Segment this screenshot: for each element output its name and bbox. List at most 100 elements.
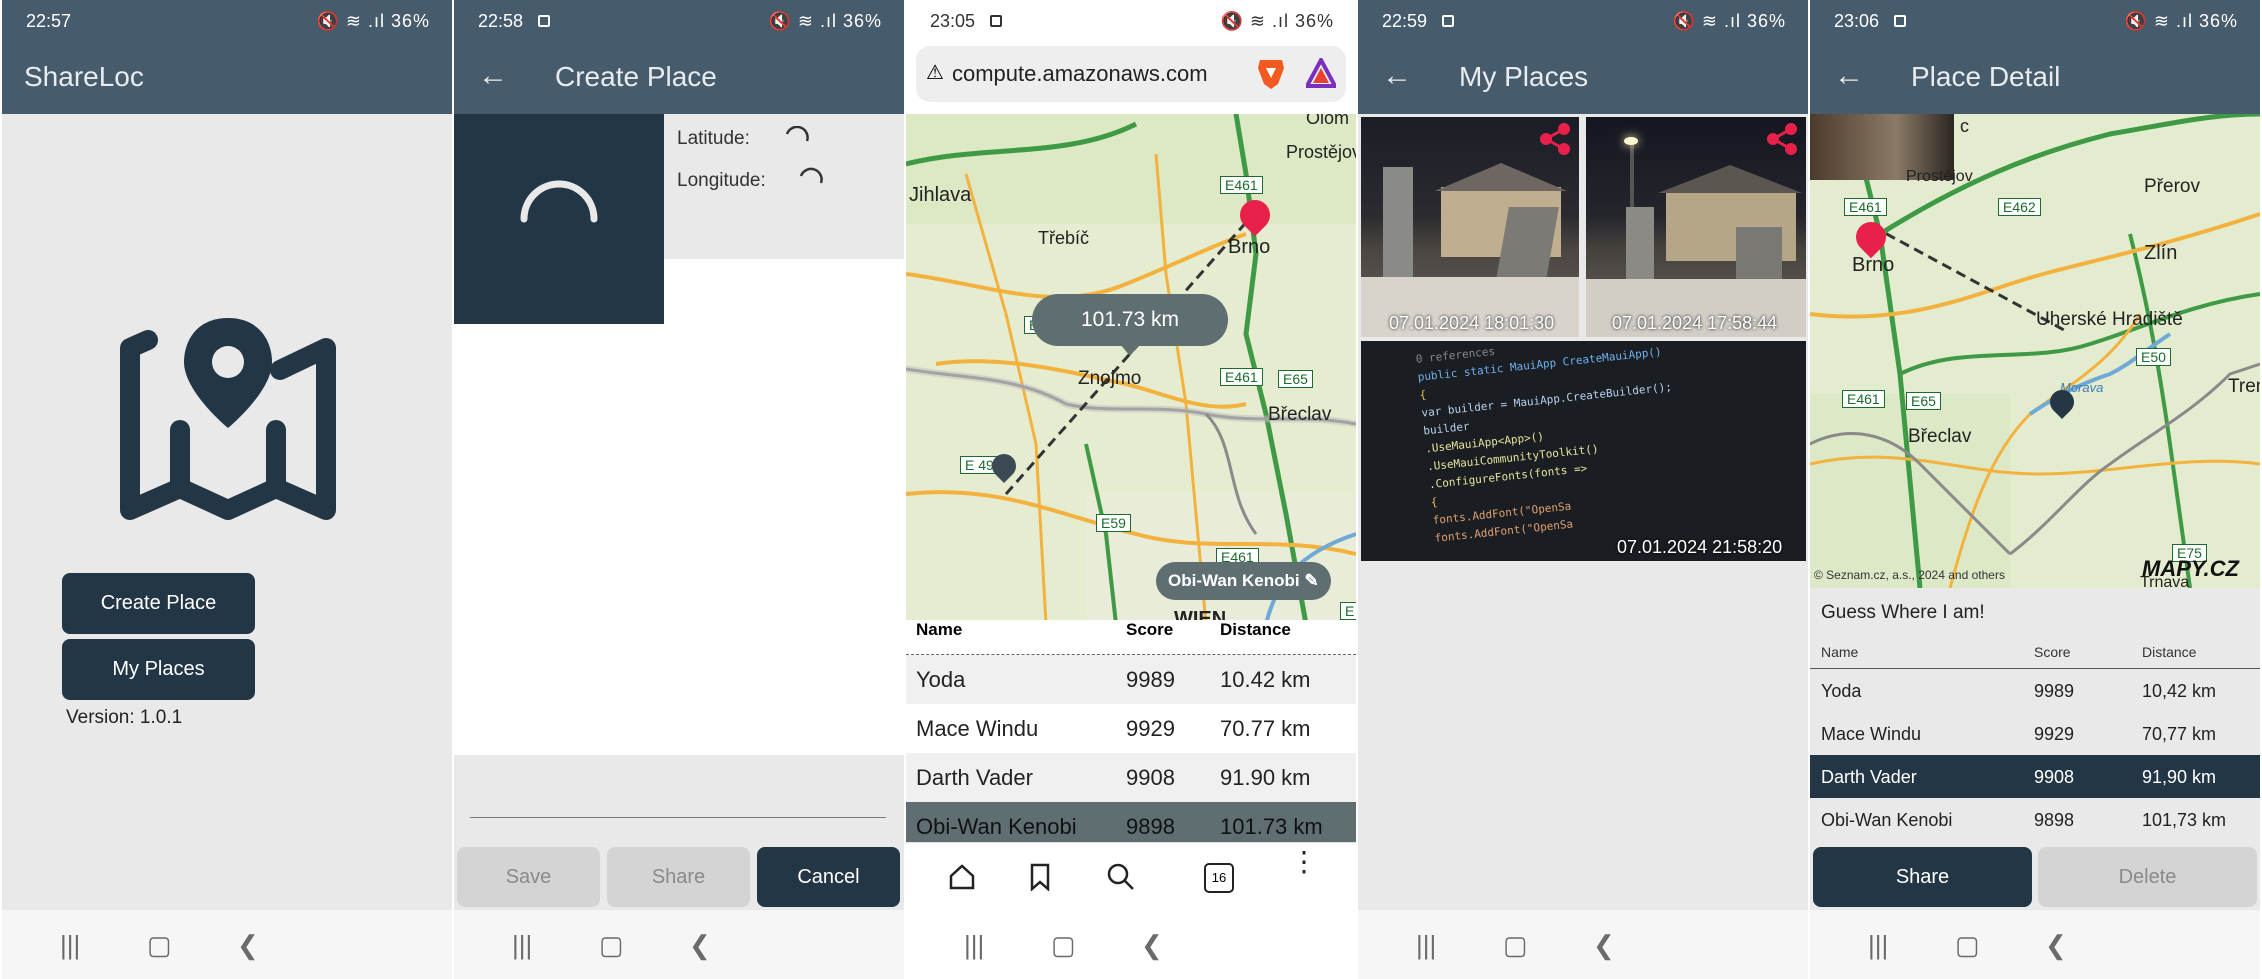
my-places-button[interactable]: My Places [62, 639, 255, 700]
back-arrow-icon[interactable]: ← [478, 59, 508, 93]
status-time: 22:59 [1382, 11, 1428, 31]
status-icons: 🔇 ≋ .ıl 36% [2124, 11, 2238, 31]
road-badge-e: E [1340, 602, 1356, 620]
road-badge-e461: E461 [1842, 390, 1885, 408]
map-label-trebic: Třebíč [1038, 228, 1090, 248]
row-name: Obi-Wan Kenobi [916, 814, 1077, 839]
place-thumbnail[interactable]: 07.01.2024 18:01:30 [1361, 117, 1579, 337]
row-score: 9929 [1126, 716, 1175, 741]
android-nav-bar: ||| ▢ ❮ [1358, 910, 1808, 979]
share-icon[interactable] [1537, 121, 1573, 157]
table-row[interactable]: Yoda 9989 10,42 km [1810, 669, 2260, 712]
home-nav-icon[interactable]: ▢ [147, 930, 172, 961]
image-notification-icon [538, 15, 550, 27]
table-row[interactable]: Yoda 9989 10.42 km [906, 655, 1356, 704]
row-score: 9929 [2034, 724, 2075, 744]
road-badge-e461: E461 [1844, 198, 1887, 216]
browser-screen: 23:05 🔇 ≋ .ıl 36% ⚠ compute.amazonaws.co… [906, 0, 1356, 979]
map-pin-logo-icon [120, 318, 336, 520]
delete-button[interactable]: Delete [2038, 847, 2257, 907]
code-block: 0 references public static MauiApp Creat… [1415, 341, 1686, 548]
player-chip[interactable]: Obi-Wan Kenobi ✎ [1156, 562, 1331, 600]
map-label-znojmo: Znojmo [1078, 368, 1142, 389]
recents-icon[interactable]: ||| [1868, 930, 1888, 961]
recents-icon[interactable]: ||| [964, 930, 984, 961]
share-icon[interactable] [1764, 121, 1800, 157]
back-nav-icon[interactable]: ❮ [1141, 930, 1163, 961]
create-place-button[interactable]: Create Place [62, 573, 255, 634]
roof-shape [1658, 165, 1802, 193]
road-badge-e462: E462 [1998, 198, 2041, 216]
place-detail-screen: 23:06 🔇 ≋ .ıl 36% ← Place Detail c Prost… [1810, 0, 2260, 979]
home-icon[interactable] [948, 863, 976, 891]
home-nav-icon[interactable]: ▢ [1503, 930, 1528, 961]
row-score: 9908 [1126, 765, 1175, 790]
table-row[interactable]: Mace Windu 9929 70,77 km [1810, 712, 2260, 755]
save-button[interactable]: Save [457, 847, 600, 907]
map-label-breclav: Břeclav [1268, 404, 1332, 425]
url-text: compute.amazonaws.com [952, 61, 1208, 86]
home-nav-icon[interactable]: ▢ [1955, 930, 1980, 961]
description-input[interactable] [470, 817, 886, 818]
table-row[interactable]: Obi-Wan Kenobi 9898 101,73 km [1810, 798, 2260, 841]
home-nav-icon[interactable]: ▢ [599, 930, 624, 961]
app-bar: ShareLoc [2, 43, 452, 114]
back-nav-icon[interactable]: ❮ [689, 930, 711, 961]
map-view[interactable]: c Prostějov Přerov Zlín Brno Uherské Hra… [1810, 114, 2260, 588]
guess-title: Guess Where I am! [1821, 602, 1985, 623]
pencil-icon: ✎ [1304, 571, 1319, 590]
row-distance: 10.42 km [1220, 667, 1311, 692]
page-title: Place Detail [1911, 61, 2061, 92]
recents-icon[interactable]: ||| [1416, 930, 1436, 961]
latitude-label: Latitude: [677, 128, 750, 149]
status-bar: 23:05 🔇 ≋ .ıl 36% [906, 0, 1356, 43]
map-label-prostejov: Prostějov [1286, 142, 1356, 162]
app-bar: ← My Places [1358, 43, 1808, 114]
recents-icon[interactable]: ||| [512, 930, 532, 961]
table-header: Name Score Distance [1810, 638, 2260, 669]
home-nav-icon[interactable]: ▢ [1051, 930, 1076, 961]
place-thumbnail-wide[interactable]: 0 references public static MauiApp Creat… [1361, 341, 1806, 561]
map-label-brno: Brno [1228, 236, 1271, 258]
page-title: Create Place [555, 61, 717, 92]
android-nav-bar: ||| ▢ ❮ [906, 910, 1356, 979]
image-notification-icon [990, 15, 1002, 27]
brave-rewards-icon[interactable] [1306, 58, 1336, 88]
row-distance: 101.73 km [1220, 814, 1323, 839]
road-badge-e65: E65 [1278, 370, 1313, 388]
recents-icon[interactable]: ||| [60, 930, 80, 961]
cancel-button[interactable]: Cancel [757, 847, 900, 907]
map-label-prerov: Přerov [2144, 176, 2200, 197]
status-bar: 22:58 🔇 ≋ .ıl 36% [454, 0, 904, 43]
share-button[interactable]: Share [607, 847, 750, 907]
road-badge-e461: E461 [1220, 176, 1263, 194]
table-row[interactable]: Darth Vader 9908 91.90 km [906, 753, 1356, 802]
back-arrow-icon[interactable]: ← [1382, 59, 1412, 93]
browser-toolbar: 16 ⋮ [906, 842, 1356, 911]
brave-shield-icon[interactable] [1256, 56, 1286, 90]
search-icon[interactable] [1106, 862, 1136, 892]
map-label-olom: Olom [1306, 114, 1350, 128]
back-nav-icon[interactable]: ❮ [2045, 930, 2067, 961]
table-row[interactable]: Mace Windu 9929 70.77 km [906, 704, 1356, 753]
back-arrow-icon[interactable]: ← [1834, 59, 1864, 93]
page-title: ShareLoc [24, 61, 144, 92]
tabs-count-icon[interactable]: 16 [1204, 863, 1234, 893]
status-bar: 22:57 🔇 ≋ .ıl 36% [2, 0, 452, 43]
status-bar: 23:06 🔇 ≋ .ıl 36% [1810, 0, 2260, 43]
road-badge-e65: E65 [1906, 392, 1941, 410]
status-icons: 🔇 ≋ .ıl 36% [1672, 11, 1786, 31]
share-button[interactable]: Share [1813, 847, 2032, 907]
map-label-breclav: Břeclav [1908, 426, 1972, 447]
more-options-icon[interactable]: ⋮ [1290, 848, 1318, 876]
bookmark-icon[interactable] [1028, 863, 1052, 891]
photo-placeholder[interactable] [454, 114, 664, 324]
place-thumbnail[interactable]: 07.01.2024 17:58:44 [1586, 117, 1806, 337]
row-score: 9989 [1126, 667, 1175, 692]
back-nav-icon[interactable]: ❮ [1593, 930, 1615, 961]
table-row-selected[interactable]: Darth Vader 9908 91,90 km [1810, 755, 2260, 798]
map-view[interactable]: Jihlava Třebíč Brno Prostějov Olom Znojm… [906, 114, 1356, 624]
url-bar[interactable]: ⚠ compute.amazonaws.com [916, 46, 1346, 102]
back-nav-icon[interactable]: ❮ [237, 930, 259, 961]
row-name: Yoda [1821, 681, 1862, 701]
